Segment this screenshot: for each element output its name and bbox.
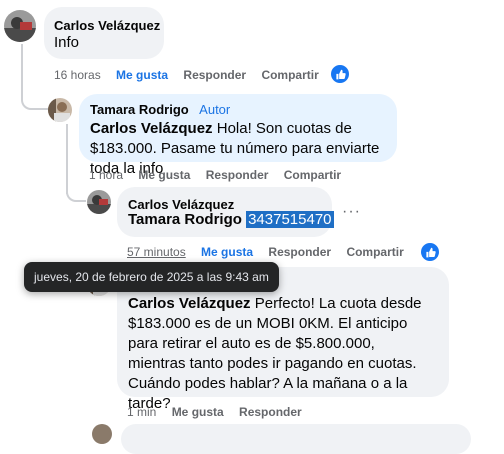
thumbs-up-icon	[425, 247, 436, 257]
comment-meta-4: 1 min Me gusta Responder	[127, 405, 302, 419]
like-button[interactable]: Me gusta	[172, 405, 224, 419]
like-reaction-badge[interactable]	[419, 241, 441, 263]
like-button[interactable]: Me gusta	[138, 168, 190, 182]
comment-header: Tamara Rodrigo Autor	[90, 101, 230, 119]
like-reaction-badge[interactable]	[329, 63, 351, 85]
comment-time[interactable]: 1 min	[127, 405, 156, 419]
reply-button[interactable]: Responder	[268, 245, 331, 259]
mention-link[interactable]: Tamara Rodrigo	[128, 211, 242, 228]
comment-bubble-3: Carlos Velázquez Tamara Rodrigo 34375154…	[117, 187, 334, 237]
comment-text: Info	[54, 34, 80, 51]
more-options-button[interactable]: ···	[342, 203, 361, 221]
avatar-carlos[interactable]	[4, 10, 36, 42]
thumbs-up-icon	[335, 69, 346, 79]
author-badge: Autor	[199, 102, 231, 117]
selected-text[interactable]: 3437515470	[246, 211, 334, 228]
mention-link[interactable]: Carlos Velázquez	[128, 295, 251, 312]
comment-text: Tamara Rodrigo 3437515470	[128, 210, 334, 230]
comment-author[interactable]: Carlos Velázquez	[54, 18, 160, 33]
mention-link[interactable]: Carlos Velázquez	[90, 120, 213, 137]
timestamp-tooltip: jueves, 20 de febrero de 2025 a las 9:43…	[24, 262, 279, 292]
comment-time[interactable]: 57 minutos	[127, 245, 186, 259]
reply-button[interactable]: Responder	[183, 68, 246, 82]
avatar-carlos[interactable]	[87, 190, 111, 214]
comment-bubble-1: Carlos Velázquez Info	[44, 7, 164, 59]
reply-button[interactable]: Responder	[239, 405, 302, 419]
comment-text: Carlos Velázquez Perfecto! La cuota desd…	[128, 295, 422, 412]
comment-bubble-partial	[121, 424, 471, 454]
comment-meta-3: 57 minutos Me gusta Responder Compartir	[127, 245, 404, 259]
comment-bubble-2: Tamara Rodrigo Autor Carlos Velázquez Ho…	[79, 94, 397, 177]
comment-meta-1: 16 horas Me gusta Responder Compartir	[54, 68, 319, 82]
comment-time[interactable]: 16 horas	[54, 68, 101, 82]
share-button[interactable]: Compartir	[261, 68, 318, 82]
like-button[interactable]: Me gusta	[116, 68, 168, 82]
reply-button[interactable]: Responder	[206, 168, 269, 182]
avatar-partial	[92, 424, 112, 444]
comment-author[interactable]: Tamara Rodrigo	[90, 102, 189, 117]
comment-meta-2: 1 hora Me gusta Responder Compartir	[89, 168, 341, 182]
share-button[interactable]: Compartir	[284, 168, 341, 182]
avatar-tamara[interactable]	[48, 98, 72, 122]
thread-curve-1	[21, 86, 49, 110]
share-button[interactable]: Compartir	[346, 245, 403, 259]
like-button[interactable]: Me gusta	[201, 245, 253, 259]
comment-time[interactable]: 1 hora	[89, 168, 123, 182]
thread-curve-2	[66, 180, 86, 202]
